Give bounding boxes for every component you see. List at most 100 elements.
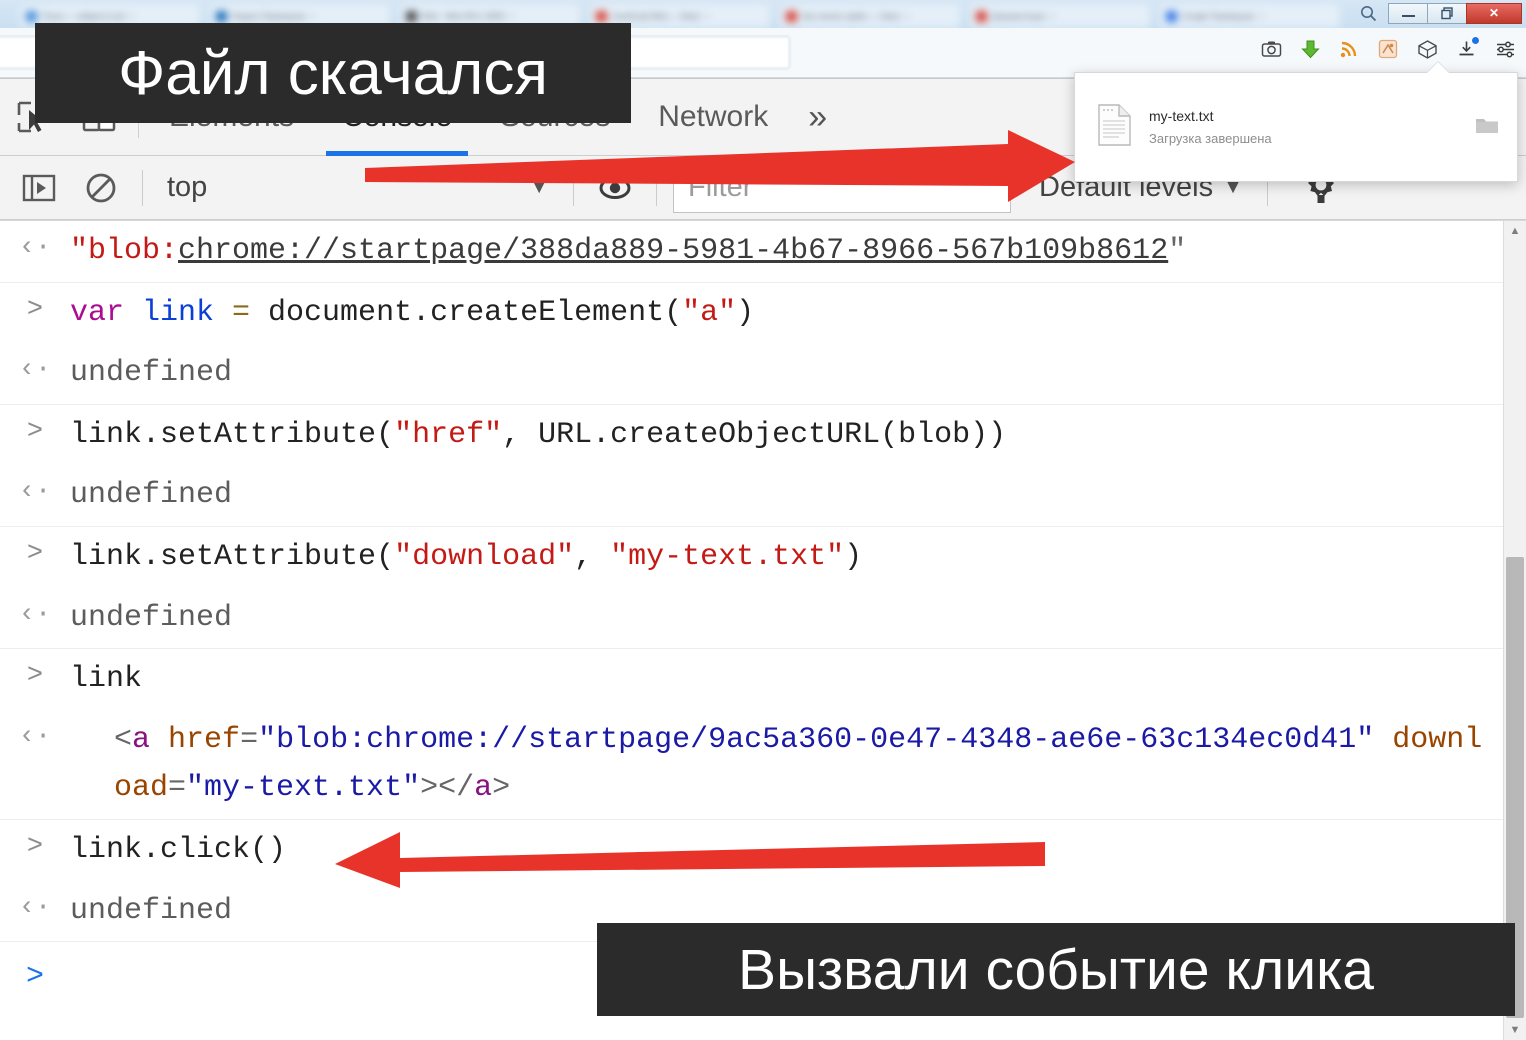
input-marker-icon: > (0, 826, 70, 862)
code-token: "a" (682, 296, 736, 330)
console-line-text: link.click() (70, 826, 1526, 875)
console-output-line[interactable]: ‹·undefined (0, 343, 1526, 404)
console-input-line[interactable]: >link.setAttribute("download", "my-text.… (0, 527, 1526, 588)
open-folder-icon[interactable] (1475, 115, 1499, 140)
tab-title: Документация (992, 12, 1045, 21)
output-marker-icon: ‹· (0, 594, 70, 630)
code-token: a (474, 771, 492, 805)
code-token: , (574, 540, 610, 574)
rss-icon[interactable] (1338, 38, 1360, 60)
code-token: var (70, 296, 142, 330)
browser-tab[interactable]: Документация × (970, 4, 1150, 28)
console-sidebar-icon[interactable] (8, 157, 70, 219)
download-status: Загрузка завершена (1149, 131, 1475, 146)
console-output-line[interactable]: ‹·undefined (0, 465, 1526, 526)
annotation-banner-file-downloaded: Файл скачался (35, 23, 631, 123)
execution-context-value: top (167, 171, 207, 204)
close-icon[interactable]: × (131, 12, 136, 21)
console-line-text: var link = document.createElement("a") (70, 289, 1526, 338)
console-message-list[interactable]: ‹·"blob:chrome://startpage/388da889-5981… (0, 220, 1526, 1040)
close-icon[interactable]: × (1259, 12, 1264, 21)
console-line-text: <a href="blob:chrome://startpage/9ac5a36… (70, 716, 1526, 813)
console-input-line[interactable]: >link (0, 649, 1526, 710)
console-output-line[interactable]: ‹·undefined (0, 588, 1526, 649)
download-green-icon[interactable] (1299, 38, 1321, 60)
code-token: "my-text.txt" (186, 771, 420, 805)
camera-icon[interactable] (1260, 38, 1282, 60)
tab-title: Blob - Web APIs | MDN (422, 12, 505, 21)
console-scrollbar[interactable]: ▲ ▼ (1503, 221, 1526, 1040)
download-file-name[interactable]: my-text.txt (1149, 108, 1475, 124)
close-icon[interactable]: × (510, 12, 515, 21)
close-icon[interactable]: × (1050, 12, 1055, 21)
minimize-button[interactable] (1388, 3, 1428, 24)
search-icon[interactable] (1355, 2, 1381, 24)
browser-tab[interactable]: Google Переводчик× (1160, 4, 1340, 28)
toolbar-divider (656, 170, 657, 206)
console-line-text: undefined (70, 349, 1526, 398)
console-line-text: "blob:chrome://startpage/388da889-5981-4… (70, 227, 1526, 276)
downloads-icon[interactable] (1455, 38, 1477, 60)
scroll-up-arrow[interactable]: ▲ (1504, 221, 1526, 241)
code-token: blob: (88, 234, 178, 268)
code-token[interactable]: chrome://startpage/388da889-5981-4b67-89… (178, 234, 1168, 268)
code-token: link.setAttribute( (70, 418, 394, 452)
code-token: "blob:chrome://startpage/9ac5a360-0e47-4… (258, 723, 1374, 757)
close-icon[interactable]: × (310, 12, 315, 21)
tab-title: Поиск — найдется всё (42, 12, 126, 21)
code-token: = (240, 723, 258, 757)
console-message-group: >link‹·<a href="blob:chrome://startpage/… (0, 649, 1526, 820)
cube-icon[interactable] (1416, 38, 1438, 60)
console-input-line[interactable]: >link.setAttribute("href", URL.createObj… (0, 405, 1526, 466)
close-button[interactable]: ✕ (1466, 3, 1522, 24)
tab-network[interactable]: Network (634, 79, 792, 156)
console-input-line[interactable]: >link.click() (0, 820, 1526, 881)
tab-favicon (596, 11, 607, 22)
code-token: ) (844, 540, 862, 574)
tab-favicon (216, 11, 227, 22)
code-token: ) (736, 296, 754, 330)
console-line-text: link.setAttribute("href", URL.createObje… (70, 411, 1526, 460)
console-input-line[interactable]: >var link = document.createElement("a") (0, 283, 1526, 344)
download-info: my-text.txt Загрузка завершена (1149, 108, 1475, 146)
code-token: document.createElement( (268, 296, 682, 330)
code-token: undefined (70, 356, 232, 390)
download-notification-popup[interactable]: my-text.txt Загрузка завершена (1074, 72, 1518, 182)
execution-context-select[interactable]: top ▼ (153, 165, 563, 211)
output-marker-icon: ‹· (0, 471, 70, 507)
code-token: link (70, 662, 142, 696)
restore-button[interactable] (1427, 3, 1467, 24)
close-icon[interactable]: × (905, 12, 910, 21)
downloads-badge (1471, 36, 1480, 45)
screenshot-root: Поиск — найдется всё×Яндекс.Переводчик×B… (0, 0, 1526, 1040)
devtools-overflow-button[interactable]: » (792, 79, 843, 156)
input-marker-icon: > (0, 411, 70, 447)
console-line-text: link.setAttribute("download", "my-text.t… (70, 533, 1526, 582)
live-expression-icon[interactable] (584, 157, 646, 219)
settings-sliders-icon[interactable] (1494, 38, 1516, 60)
window-controls[interactable]: ✕ (1355, 1, 1522, 25)
code-token: "my-text.txt" (610, 540, 844, 574)
tab-favicon (1166, 11, 1177, 22)
filter-input[interactable]: Filter (673, 163, 1011, 213)
extension-icons (1260, 38, 1516, 60)
code-token: > (492, 771, 510, 805)
code-token: undefined (70, 478, 232, 512)
close-icon[interactable]: × (705, 12, 710, 21)
tab-title: Как скачать файл — Stack (802, 12, 900, 21)
console-output-line[interactable]: ‹·<a href="blob:chrome://startpage/9ac5a… (0, 710, 1526, 819)
filter-placeholder: Filter (688, 171, 752, 204)
output-marker-icon: ‹· (0, 716, 70, 752)
browser-tab[interactable]: Как скачать файл — Stack × (780, 4, 960, 28)
output-marker-icon: ‹· (0, 349, 70, 385)
code-token: </ (438, 771, 474, 805)
input-marker-icon: > (0, 655, 70, 691)
code-token: link.setAttribute( (70, 540, 394, 574)
puzzle-icon[interactable] (1377, 38, 1399, 60)
code-token (1374, 723, 1392, 757)
console-output-line[interactable]: ‹·"blob:chrome://startpage/388da889-5981… (0, 221, 1526, 282)
output-marker-icon: ‹· (0, 227, 70, 263)
code-token: link (142, 296, 214, 330)
scroll-down-arrow[interactable]: ▼ (1504, 1020, 1526, 1040)
clear-console-icon[interactable] (70, 157, 132, 219)
